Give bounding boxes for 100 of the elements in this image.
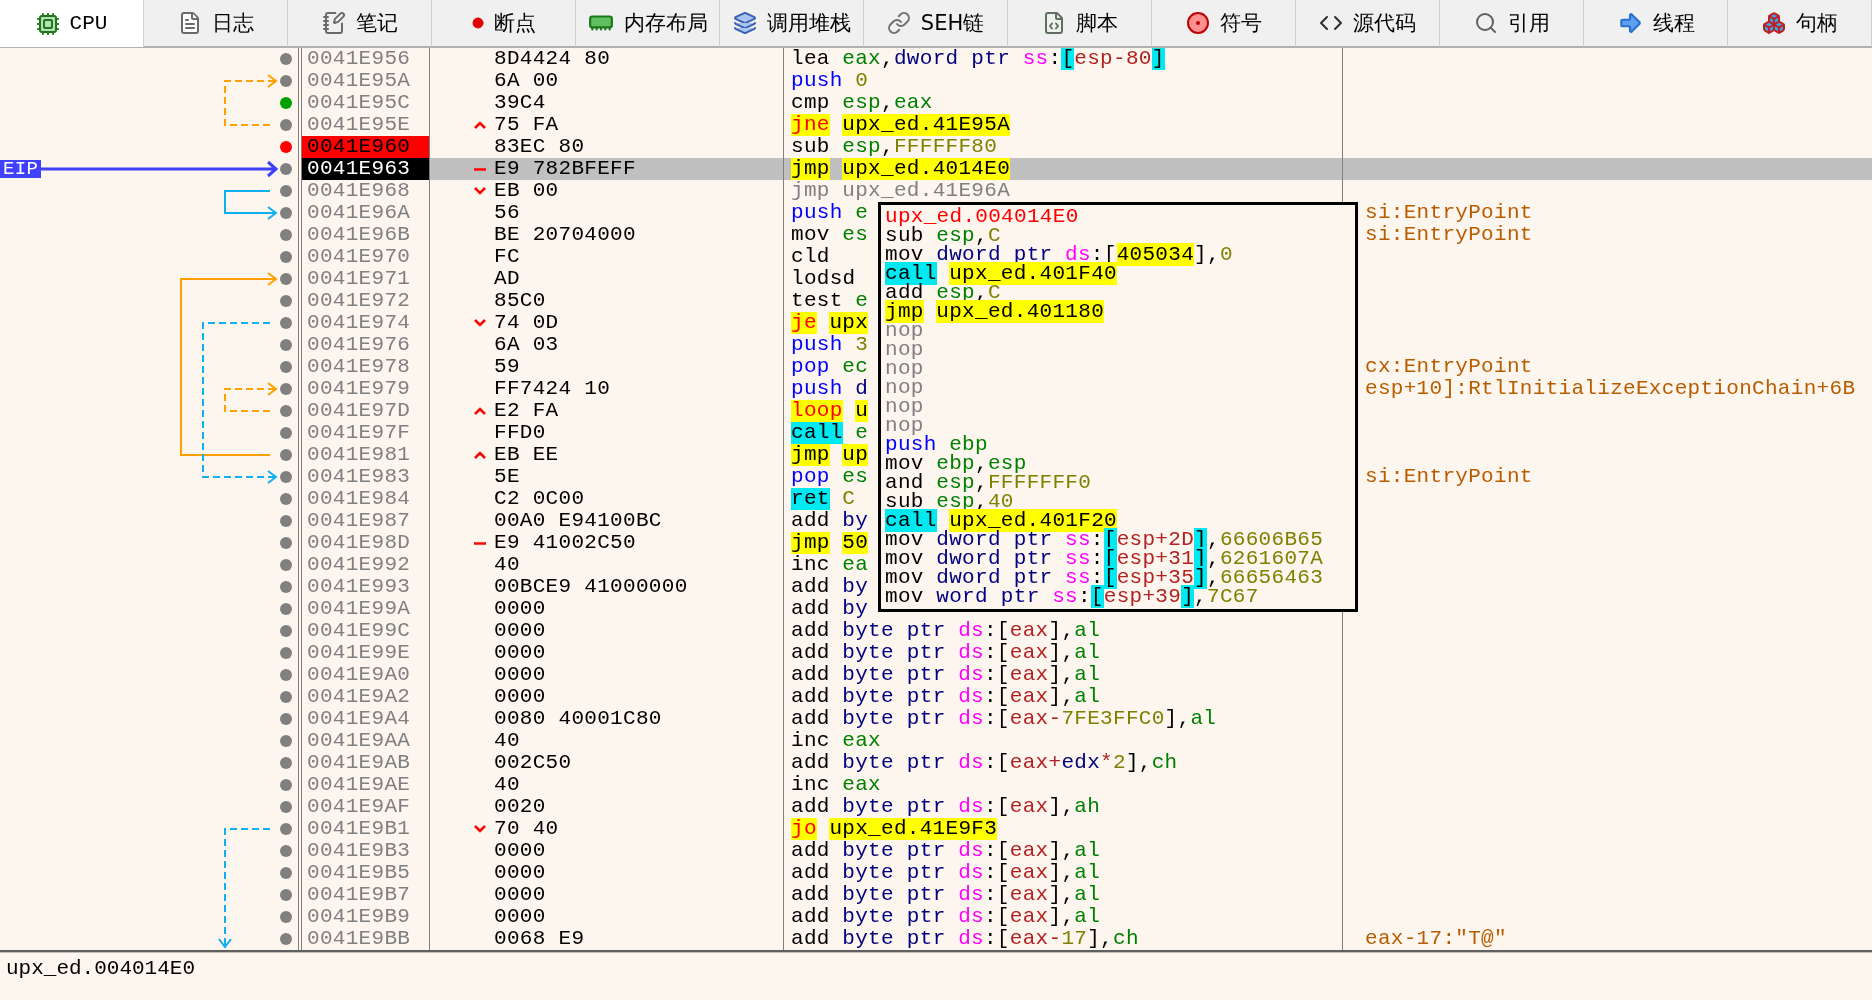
byte-code: 59 [494,356,520,378]
instruction-text: sub esp,FFFFFF80 [791,136,998,158]
instruction-text: add by [791,510,869,532]
row-dot[interactable] [280,53,292,65]
byte-code: 0000 [494,862,546,884]
row-dot[interactable] [280,449,292,461]
row-dot[interactable] [280,427,292,439]
row-dot[interactable] [280,185,292,197]
row-dot[interactable] [280,361,292,373]
byte-code: 0000 [494,598,546,620]
row-dot[interactable] [280,669,292,681]
row-dot[interactable] [280,691,292,703]
row-dot[interactable] [280,273,292,285]
row-dot[interactable] [280,823,292,835]
panel-tab[interactable]: SEH链 [864,0,1008,47]
panel-tab[interactable]: 句柄 [1728,0,1872,47]
byte-code: 0000 [494,906,546,928]
byte-code: FC [494,246,520,268]
panel-tab[interactable]: 内存布局 [576,0,720,47]
byte-code: 70 40 [494,818,559,840]
comment-text: si:EntryPoint [1365,465,1533,488]
row-dot[interactable] [280,141,292,153]
instruction-text: add byte ptr ds:[eax],al [791,620,1101,642]
row-dot[interactable] [280,471,292,483]
panel-tab[interactable]: 引用 [1440,0,1584,47]
byte-code: 0000 [494,686,546,708]
panel-tab[interactable]: 断点 [432,0,576,47]
row-dot[interactable] [280,713,292,725]
notes-icon [321,11,346,35]
byte-code: 0000 [494,620,546,642]
row-dot[interactable] [280,889,292,901]
panel-tab[interactable]: 日志 [144,0,288,47]
row-dot[interactable] [280,493,292,505]
eip-label: EIP [0,160,42,178]
byte-code: 56 [494,202,520,224]
row-dot[interactable] [280,119,292,131]
row-dot[interactable] [280,625,292,637]
row-dot[interactable] [280,559,292,571]
row-dot[interactable] [280,229,292,241]
instruction-text: push 0 [791,70,869,92]
byte-code: 0000 [494,664,546,686]
byte-code: E9 41002C50 [494,532,636,554]
panel-tab[interactable]: 脚本 [1008,0,1152,47]
panel-tab[interactable]: 线程 [1584,0,1728,47]
row-dot[interactable] [280,647,292,659]
row-dot[interactable] [280,515,292,527]
instruction-text: mov es [791,224,869,246]
row-dot[interactable] [280,867,292,879]
byte-code: 00BCE9 41000000 [494,576,688,598]
instruction-text: je upx [791,312,869,334]
row-dot[interactable] [280,383,292,395]
row-dot[interactable] [280,295,292,307]
panel-tab[interactable]: 笔记 [288,0,432,47]
row-dot[interactable] [280,97,292,109]
status-text: upx_ed.004014E0 [6,957,196,980]
row-dot[interactable] [280,845,292,857]
comment-text: si:EntryPoint [1365,223,1533,246]
row-dot[interactable] [280,581,292,593]
panel-tab[interactable]: 源代码 [1296,0,1440,47]
row-dot[interactable] [280,163,292,175]
row-dot[interactable] [280,603,292,615]
row-dot[interactable] [280,735,292,747]
instruction-text: pop ec [791,356,869,378]
instruction-text: add byte ptr ds:[eax+edx*2],ch [791,752,1178,774]
panel-tab[interactable]: 调用堆栈 [720,0,864,47]
byte-code: 74 0D [494,312,559,334]
row-dot[interactable] [280,757,292,769]
row-dot[interactable] [280,801,292,813]
byte-code: 6A 00 [494,70,559,92]
panel-tab[interactable]: CPU [0,0,144,47]
instruction-text: add byte ptr ds:[eax],al [791,664,1101,686]
instruction-text: jo upx_ed.41E9F3 [791,818,998,840]
instruction-text: add byte ptr ds:[eax-17],ch [791,928,1139,950]
row-dot[interactable] [280,911,292,923]
row-dot[interactable] [280,405,292,417]
row-dot[interactable] [280,537,292,549]
listing-row[interactable]: 0041E963 E9 782BFEFF jmp upx_ed.4014E0 [302,158,1872,180]
row-dot[interactable] [280,779,292,791]
byte-code: EB 00 [494,180,559,202]
row-dot[interactable] [280,317,292,329]
row-dot[interactable] [280,207,292,219]
byte-code: 85C0 [494,290,546,312]
instruction-text: inc eax [791,730,882,752]
instruction-text: jne upx_ed.41E95A [791,114,1011,136]
instruction-text: add byte ptr ds:[eax],ah [791,796,1101,818]
instruction-text: push e [791,202,869,224]
byte-code: 5E [494,466,520,488]
byte-code: 75 FA [494,114,559,136]
byte-code: 0000 [494,642,546,664]
row-dot[interactable] [280,251,292,263]
row-dot[interactable] [280,75,292,87]
byte-code: 83EC 80 [494,136,585,158]
panel-tab[interactable]: 符号 [1152,0,1296,47]
instruction-text: jmp upx_ed.401180 [885,300,1105,323]
byte-code: C2 0C00 [494,488,585,510]
row-dot[interactable] [280,339,292,351]
byte-code: E9 782BFEFF [494,158,636,180]
byte-code: 002C50 [494,752,572,774]
instruction-text: lodsd [791,268,856,290]
row-dot[interactable] [280,933,292,945]
